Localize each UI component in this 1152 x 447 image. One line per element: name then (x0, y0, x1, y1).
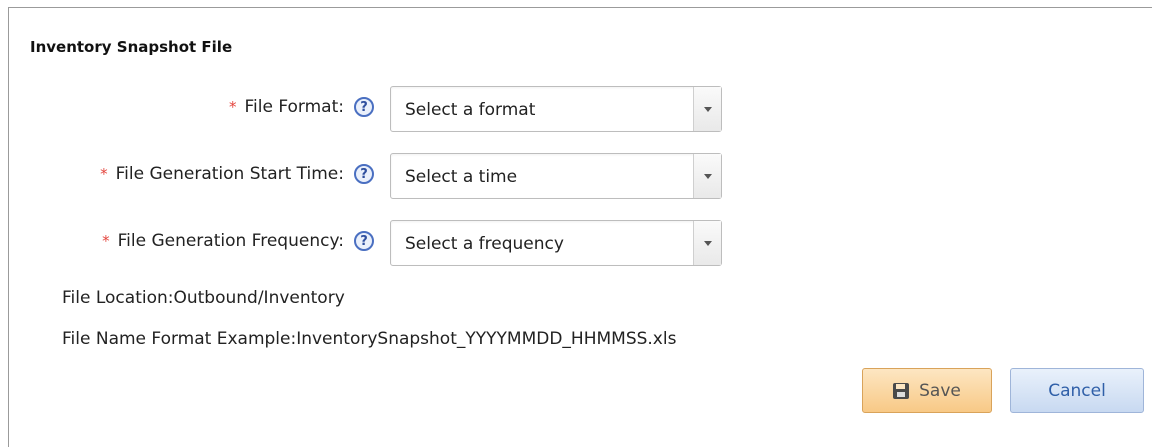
save-button-label: Save (919, 380, 961, 401)
required-marker: * (100, 165, 108, 183)
start-time-label: File Generation Start Time: (115, 164, 344, 184)
frequency-label-group: * File Generation Frequency: ? (102, 231, 374, 251)
question-circle-icon[interactable]: ? (354, 231, 374, 251)
file-format-label-group: * File Format: ? (229, 97, 374, 117)
required-marker: * (102, 232, 110, 250)
file-format-label: File Format: (244, 97, 345, 117)
file-location-text: File Location:Outbound/Inventory (62, 288, 345, 308)
save-button[interactable]: Save (862, 368, 992, 413)
question-circle-icon[interactable]: ? (354, 97, 374, 117)
file-format-select[interactable]: Select a format (390, 86, 722, 132)
chevron-down-icon[interactable] (693, 87, 721, 131)
question-circle-icon[interactable]: ? (354, 164, 374, 184)
section-title: Inventory Snapshot File (30, 38, 233, 56)
start-time-row: * File Generation Start Time: ? (0, 152, 374, 202)
start-time-select[interactable]: Select a time (390, 153, 722, 199)
file-format-value: Select a format (405, 100, 536, 120)
required-marker: * (229, 98, 237, 116)
floppy-disk-icon (893, 382, 910, 399)
file-name-format-text: File Name Format Example:InventorySnapsh… (62, 329, 677, 349)
chevron-down-icon[interactable] (693, 154, 721, 198)
file-format-row: * File Format: ? (0, 85, 374, 135)
cancel-button-label: Cancel (1048, 380, 1106, 401)
frequency-row: * File Generation Frequency: ? (0, 219, 374, 269)
frequency-label: File Generation Frequency: (117, 231, 344, 251)
cancel-button[interactable]: Cancel (1010, 368, 1144, 413)
start-time-label-group: * File Generation Start Time: ? (100, 164, 374, 184)
frequency-select[interactable]: Select a frequency (390, 220, 722, 266)
frequency-value: Select a frequency (405, 234, 564, 254)
chevron-down-icon[interactable] (693, 221, 721, 265)
start-time-value: Select a time (405, 167, 518, 187)
